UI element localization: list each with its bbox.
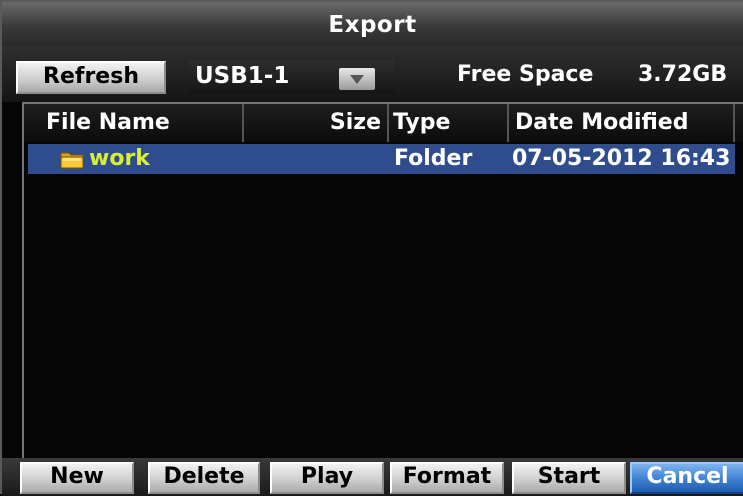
free-space-value: 3.72GB [638, 62, 728, 87]
column-header-file-name[interactable]: File Name [24, 104, 244, 142]
new-button[interactable]: New [20, 462, 134, 494]
export-dialog: Export Refresh USB1-1 Free Space 3.72GB … [0, 0, 743, 496]
title-bar: Export [2, 2, 743, 47]
file-name: work [89, 146, 150, 171]
format-button[interactable]: Format [390, 462, 504, 494]
folder-icon [60, 152, 84, 169]
file-list-header: File Name Size Type Date Modified [24, 104, 743, 142]
button-bar: New Delete Play Format Start Cancel [2, 458, 743, 496]
file-row[interactable]: work Folder 07-05-2012 16:43 [28, 144, 735, 174]
file-list[interactable]: File Name Size Type Date Modified work F… [22, 102, 743, 460]
toolbar: Refresh USB1-1 Free Space 3.72GB [2, 46, 743, 102]
device-select[interactable]: USB1-1 [189, 60, 394, 94]
column-header-type[interactable]: Type [389, 104, 509, 142]
dialog-title: Export [328, 12, 417, 38]
play-button[interactable]: Play [270, 462, 384, 494]
file-type: Folder [394, 146, 473, 171]
column-header-date-modified[interactable]: Date Modified [509, 104, 735, 142]
free-space-label: Free Space [457, 62, 594, 87]
cancel-button[interactable]: Cancel [630, 462, 743, 494]
device-select-value: USB1-1 [195, 63, 290, 89]
start-button[interactable]: Start [512, 462, 626, 494]
file-date-modified: 07-05-2012 16:43 [512, 146, 731, 171]
refresh-button[interactable]: Refresh [16, 61, 166, 94]
column-header-size[interactable]: Size [244, 104, 389, 142]
chevron-down-icon[interactable] [339, 68, 375, 90]
delete-button[interactable]: Delete [148, 462, 260, 494]
